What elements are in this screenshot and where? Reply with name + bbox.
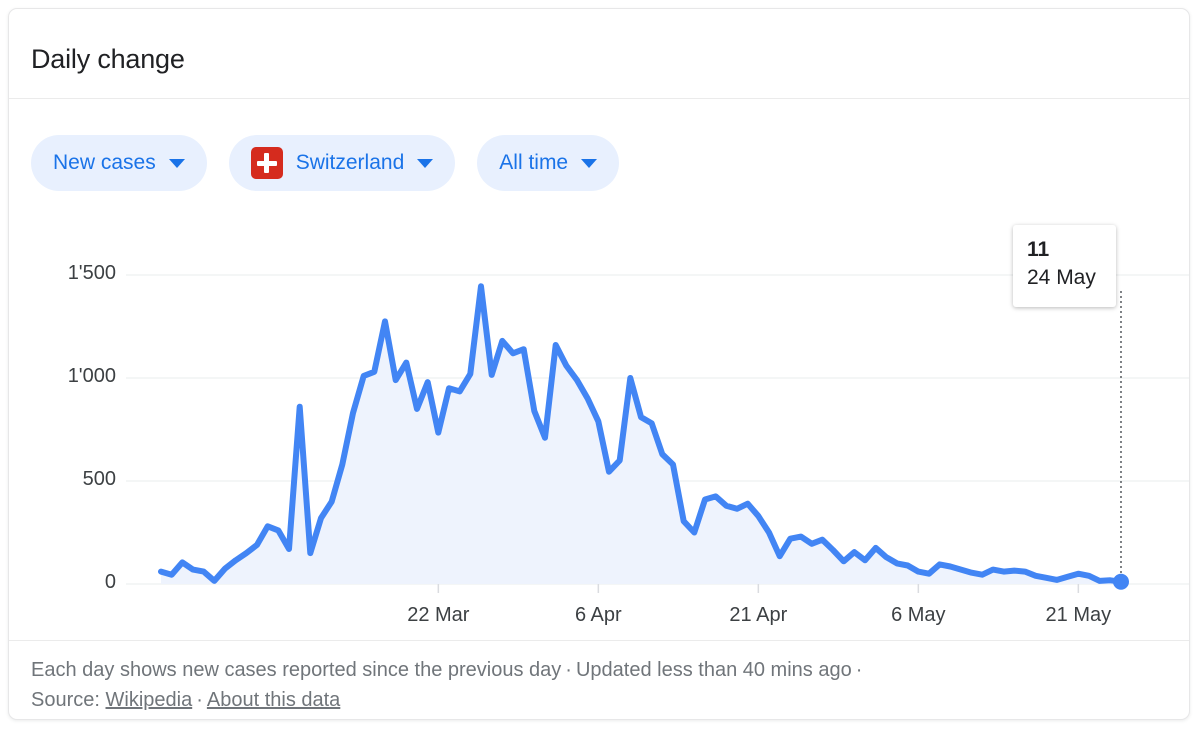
switzerland-flag-icon	[250, 147, 283, 179]
wikipedia-link[interactable]: Wikipedia	[106, 689, 193, 711]
chip-metric[interactable]: New cases	[31, 135, 207, 191]
card-header: Daily change	[9, 9, 1189, 99]
x-tick-label: 6 Apr	[574, 604, 622, 626]
tooltip-date: 24 May	[1027, 266, 1096, 289]
chip-country-label: Switzerland	[295, 151, 405, 174]
y-tick-label: 1'000	[67, 365, 116, 387]
screenshot-root: Daily change New cases Switzerland All t…	[0, 0, 1200, 729]
footer-separator-3: ·	[196, 689, 203, 711]
footer-separator-2: ·	[855, 659, 863, 681]
footer-source-label: Source:	[31, 689, 100, 711]
about-this-data-link[interactable]: About this data	[207, 689, 340, 711]
chevron-down-icon	[417, 158, 434, 168]
chip-metric-label: New cases	[53, 151, 156, 174]
tooltip-value: 11	[1027, 238, 1050, 261]
footer-updated: Updated less than 40 mins ago	[575, 659, 852, 681]
chip-country[interactable]: Switzerland	[228, 135, 456, 191]
chevron-down-icon	[581, 158, 598, 168]
x-tick-label: 21 Apr	[729, 604, 788, 626]
footer-line-2: Source: Wikipedia · About this data	[31, 685, 1167, 715]
daily-change-card: Daily change New cases Switzerland All t…	[8, 8, 1190, 720]
chip-timerange[interactable]: All time	[477, 135, 620, 191]
y-tick-label: 0	[104, 571, 116, 593]
chip-timerange-label: All time	[499, 151, 569, 174]
footer-line-1: Each day shows new cases reported since …	[31, 655, 1167, 685]
x-tick-label: 6 May	[891, 604, 946, 626]
y-tick-label: 500	[82, 468, 116, 490]
x-tick-label: 22 Mar	[407, 604, 470, 626]
x-tick-label: 21 May	[1045, 604, 1112, 626]
footer-separator-1: ·	[565, 659, 572, 681]
chevron-down-icon	[168, 158, 185, 168]
card-footer: Each day shows new cases reported since …	[9, 640, 1189, 719]
y-tick-label: 1'500	[67, 262, 116, 284]
filter-chips: New cases Switzerland All time	[31, 135, 620, 191]
chart-tooltip: 11 24 May	[1013, 225, 1116, 307]
page-title: Daily change	[31, 44, 185, 74]
footer-description: Each day shows new cases reported since …	[31, 659, 562, 681]
